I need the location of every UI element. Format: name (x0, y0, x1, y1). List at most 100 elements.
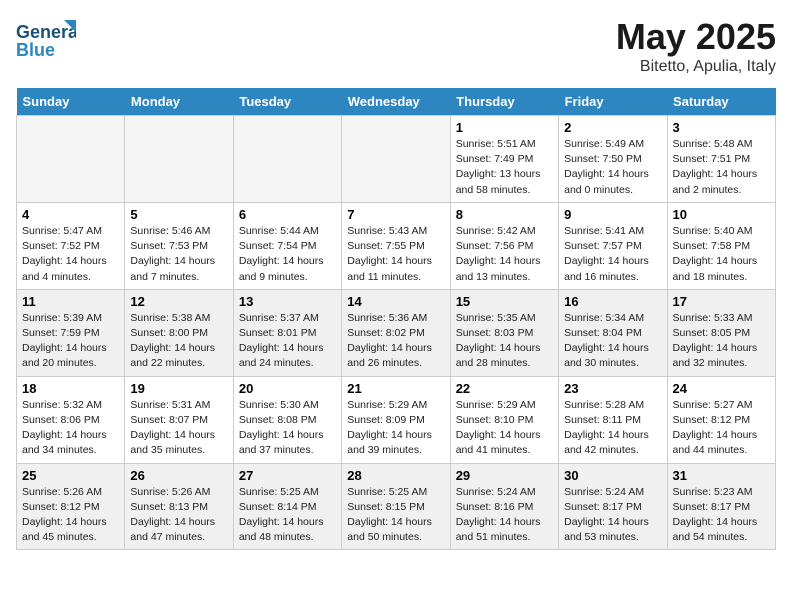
day-info: Sunrise: 5:33 AMSunset: 8:05 PMDaylight:… (673, 311, 770, 372)
day-info: Sunrise: 5:35 AMSunset: 8:03 PMDaylight:… (456, 311, 553, 372)
calendar-cell: 1Sunrise: 5:51 AMSunset: 7:49 PMDaylight… (450, 116, 558, 203)
day-info: Sunrise: 5:51 AMSunset: 7:49 PMDaylight:… (456, 137, 553, 198)
day-number: 14 (347, 294, 444, 309)
day-info: Sunrise: 5:25 AMSunset: 8:15 PMDaylight:… (347, 485, 444, 546)
calendar-cell (125, 116, 233, 203)
day-number: 27 (239, 468, 336, 483)
day-info: Sunrise: 5:40 AMSunset: 7:58 PMDaylight:… (673, 224, 770, 285)
day-number: 8 (456, 207, 553, 222)
day-number: 24 (673, 381, 770, 396)
day-number: 20 (239, 381, 336, 396)
day-number: 31 (673, 468, 770, 483)
logo: General Blue (16, 16, 76, 66)
location: Bitetto, Apulia, Italy (616, 58, 776, 76)
day-info: Sunrise: 5:46 AMSunset: 7:53 PMDaylight:… (130, 224, 227, 285)
calendar-cell: 30 Sunrise: 5:24 AMSunset: 8:17 PMDayligh… (559, 463, 667, 550)
day-number: 25 (22, 468, 119, 483)
day-number: 18 (22, 381, 119, 396)
calendar-cell: 31 Sunrise: 5:23 AMSunset: 8:17 PMDayligh… (667, 463, 775, 550)
day-info: Sunrise: 5:41 AMSunset: 7:57 PMDaylight:… (564, 224, 661, 285)
day-info: Sunrise: 5:26 AMSunset: 8:13 PMDaylight:… (130, 485, 227, 546)
day-header-saturday: Saturday (667, 88, 775, 116)
calendar-cell (342, 116, 450, 203)
svg-text:General: General (16, 22, 76, 42)
day-info: Sunrise: 5:24 AMSunset: 8:17 PMDaylight:… (564, 485, 661, 546)
calendar-cell: 15Sunrise: 5:35 AMSunset: 8:03 PMDayligh… (450, 289, 558, 376)
day-info: Sunrise: 5:32 AMSunset: 8:06 PMDaylight:… (22, 398, 119, 459)
calendar-cell: 2 Sunrise: 5:49 AMSunset: 7:50 PMDaylight… (559, 116, 667, 203)
day-header-monday: Monday (125, 88, 233, 116)
day-info: Sunrise: 5:29 AMSunset: 8:09 PMDaylight:… (347, 398, 444, 459)
day-number: 4 (22, 207, 119, 222)
calendar-cell: 6 Sunrise: 5:44 AMSunset: 7:54 PMDaylight… (233, 202, 341, 289)
calendar-cell: 18 Sunrise: 5:32 AMSunset: 8:06 PMDayligh… (17, 376, 125, 463)
day-number: 13 (239, 294, 336, 309)
day-number: 22 (456, 381, 553, 396)
day-info: Sunrise: 5:48 AMSunset: 7:51 PMDaylight:… (673, 137, 770, 198)
calendar-body: 1Sunrise: 5:51 AMSunset: 7:49 PMDaylight… (17, 116, 776, 550)
calendar-cell (233, 116, 341, 203)
calendar-cell: 26 Sunrise: 5:26 AMSunset: 8:13 PMDayligh… (125, 463, 233, 550)
day-number: 29 (456, 468, 553, 483)
day-info: Sunrise: 5:25 AMSunset: 8:14 PMDaylight:… (239, 485, 336, 546)
week-row-1: 1Sunrise: 5:51 AMSunset: 7:49 PMDaylight… (17, 116, 776, 203)
calendar-cell: 5 Sunrise: 5:46 AMSunset: 7:53 PMDaylight… (125, 202, 233, 289)
calendar-cell: 25Sunrise: 5:26 AMSunset: 8:12 PMDayligh… (17, 463, 125, 550)
day-info: Sunrise: 5:29 AMSunset: 8:10 PMDaylight:… (456, 398, 553, 459)
day-info: Sunrise: 5:39 AMSunset: 7:59 PMDaylight:… (22, 311, 119, 372)
day-number: 26 (130, 468, 227, 483)
day-number: 30 (564, 468, 661, 483)
calendar-cell: 19Sunrise: 5:31 AMSunset: 8:07 PMDayligh… (125, 376, 233, 463)
calendar-cell: 24 Sunrise: 5:27 AMSunset: 8:12 PMDayligh… (667, 376, 775, 463)
day-header-sunday: Sunday (17, 88, 125, 116)
day-info: Sunrise: 5:23 AMSunset: 8:17 PMDaylight:… (673, 485, 770, 546)
calendar-cell: 21 Sunrise: 5:29 AMSunset: 8:09 PMDayligh… (342, 376, 450, 463)
calendar-header-row: SundayMondayTuesdayWednesdayThursdayFrid… (17, 88, 776, 116)
day-header-wednesday: Wednesday (342, 88, 450, 116)
calendar-cell: 11 Sunrise: 5:39 AMSunset: 7:59 PMDayligh… (17, 289, 125, 376)
day-number: 11 (22, 294, 119, 309)
day-number: 16 (564, 294, 661, 309)
calendar-cell: 28 Sunrise: 5:25 AMSunset: 8:15 PMDayligh… (342, 463, 450, 550)
calendar-cell: 13Sunrise: 5:37 AMSunset: 8:01 PMDayligh… (233, 289, 341, 376)
calendar-cell: 23 Sunrise: 5:28 AMSunset: 8:11 PMDayligh… (559, 376, 667, 463)
week-row-2: 4 Sunrise: 5:47 AMSunset: 7:52 PMDaylight… (17, 202, 776, 289)
day-number: 28 (347, 468, 444, 483)
day-number: 2 (564, 120, 661, 135)
day-header-thursday: Thursday (450, 88, 558, 116)
day-number: 6 (239, 207, 336, 222)
calendar-cell: 20Sunrise: 5:30 AMSunset: 8:08 PMDayligh… (233, 376, 341, 463)
day-number: 9 (564, 207, 661, 222)
day-header-tuesday: Tuesday (233, 88, 341, 116)
day-number: 10 (673, 207, 770, 222)
day-info: Sunrise: 5:36 AMSunset: 8:02 PMDaylight:… (347, 311, 444, 372)
calendar-table: SundayMondayTuesdayWednesdayThursdayFrid… (16, 88, 776, 550)
title-block: May 2025 Bitetto, Apulia, Italy (616, 16, 776, 76)
calendar-cell: 12Sunrise: 5:38 AMSunset: 8:00 PMDayligh… (125, 289, 233, 376)
day-number: 12 (130, 294, 227, 309)
calendar-cell: 29 Sunrise: 5:24 AMSunset: 8:16 PMDayligh… (450, 463, 558, 550)
calendar-cell: 8 Sunrise: 5:42 AMSunset: 7:56 PMDaylight… (450, 202, 558, 289)
day-number: 21 (347, 381, 444, 396)
calendar-cell: 9 Sunrise: 5:41 AMSunset: 7:57 PMDaylight… (559, 202, 667, 289)
day-number: 5 (130, 207, 227, 222)
day-number: 17 (673, 294, 770, 309)
day-info: Sunrise: 5:49 AMSunset: 7:50 PMDaylight:… (564, 137, 661, 198)
day-info: Sunrise: 5:28 AMSunset: 8:11 PMDaylight:… (564, 398, 661, 459)
day-info: Sunrise: 5:34 AMSunset: 8:04 PMDaylight:… (564, 311, 661, 372)
day-info: Sunrise: 5:31 AMSunset: 8:07 PMDaylight:… (130, 398, 227, 459)
logo-icon: General Blue (16, 16, 76, 66)
day-info: Sunrise: 5:27 AMSunset: 8:12 PMDaylight:… (673, 398, 770, 459)
calendar-cell: 7Sunrise: 5:43 AMSunset: 7:55 PMDaylight… (342, 202, 450, 289)
day-number: 23 (564, 381, 661, 396)
calendar-cell: 16 Sunrise: 5:34 AMSunset: 8:04 PMDayligh… (559, 289, 667, 376)
day-info: Sunrise: 5:44 AMSunset: 7:54 PMDaylight:… (239, 224, 336, 285)
calendar-cell: 10 Sunrise: 5:40 AMSunset: 7:58 PMDayligh… (667, 202, 775, 289)
week-row-3: 11 Sunrise: 5:39 AMSunset: 7:59 PMDayligh… (17, 289, 776, 376)
day-info: Sunrise: 5:24 AMSunset: 8:16 PMDaylight:… (456, 485, 553, 546)
calendar-cell: 14 Sunrise: 5:36 AMSunset: 8:02 PMDayligh… (342, 289, 450, 376)
day-info: Sunrise: 5:42 AMSunset: 7:56 PMDaylight:… (456, 224, 553, 285)
svg-text:Blue: Blue (16, 40, 55, 60)
day-info: Sunrise: 5:43 AMSunset: 7:55 PMDaylight:… (347, 224, 444, 285)
day-info: Sunrise: 5:47 AMSunset: 7:52 PMDaylight:… (22, 224, 119, 285)
